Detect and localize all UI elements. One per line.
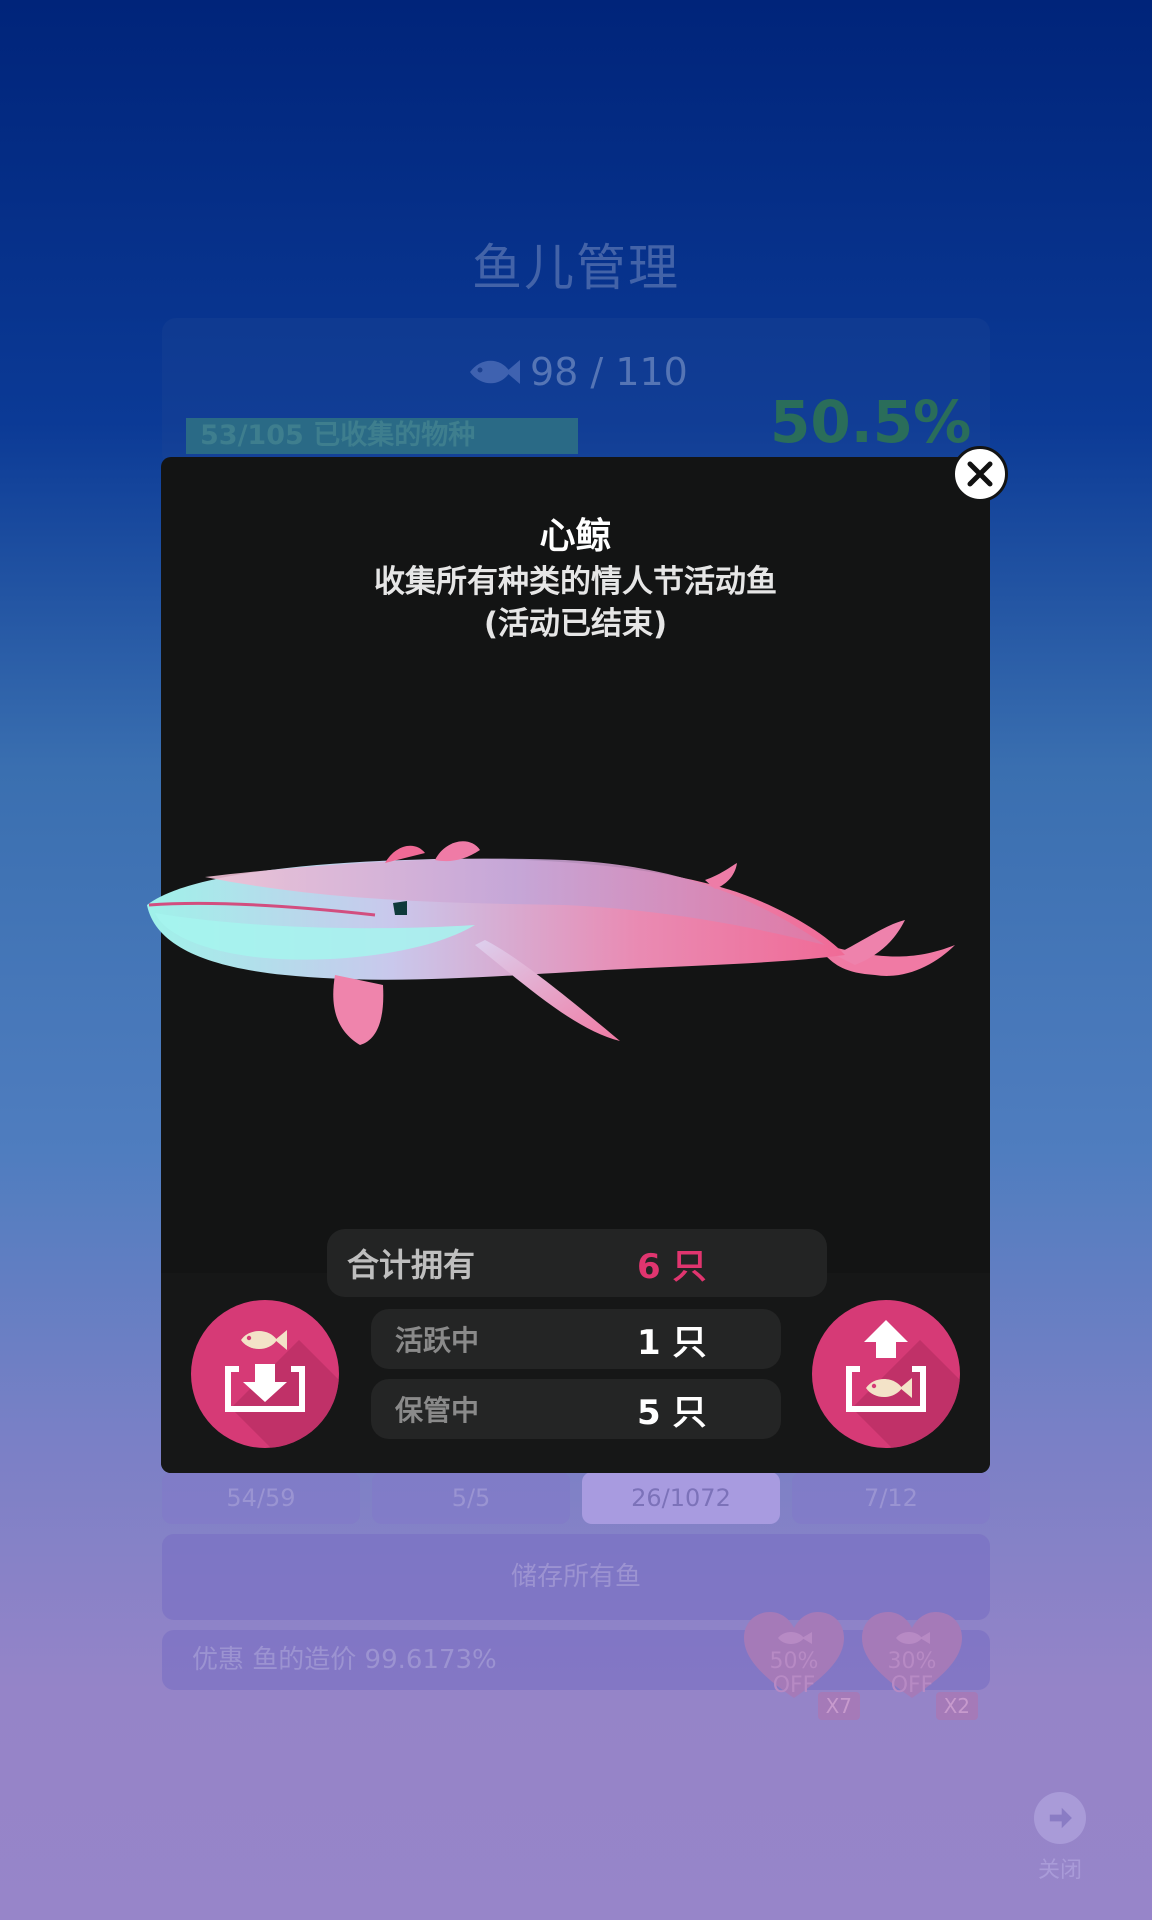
store-all-button[interactable]: 储存所有鱼 <box>162 1534 990 1620</box>
species-progress: 53/105 已收集的物种 <box>186 418 578 454</box>
tab-1[interactable]: 54/59 <box>162 1472 360 1524</box>
fish-description-line2: (活动已结束) <box>483 606 668 642</box>
total-owned-label: 合计拥有 <box>347 1246 476 1284</box>
coupon-percent: 50% <box>769 1649 819 1674</box>
store-fish-icon <box>225 1330 305 1412</box>
release-fish-button[interactable] <box>812 1300 960 1448</box>
coupon-30[interactable]: 30% OFF X2 <box>860 1610 978 1720</box>
total-owned-value: 6 只 <box>637 1246 707 1287</box>
tab-3[interactable]: 26/1072 <box>582 1472 780 1524</box>
collection-percent: 50.5% <box>770 388 972 456</box>
page-title: 鱼儿管理 <box>472 239 680 297</box>
active-value: 1 只 <box>637 1322 707 1363</box>
fish-description-line1: 收集所有种类的情人节活动鱼 <box>374 564 777 600</box>
coupon-50[interactable]: 50% OFF X7 <box>742 1610 860 1720</box>
fish-description: 收集所有种类的情人节活动鱼 (活动已结束) <box>161 561 990 645</box>
close-icon <box>967 461 993 487</box>
total-owned-row: 合计拥有 6 只 <box>327 1229 827 1297</box>
tab-2[interactable]: 5/5 <box>372 1472 570 1524</box>
fish-count-text: 98 / 110 <box>530 350 688 394</box>
coupon-qty: X2 <box>935 1692 978 1720</box>
release-fish-icon <box>846 1320 926 1412</box>
modal-close-button[interactable] <box>952 446 1008 502</box>
fish-count: 98 / 110 <box>466 350 688 394</box>
active-row: 活跃中 1 只 <box>371 1309 781 1369</box>
page-close-label: 关闭 <box>1037 1858 1082 1883</box>
coupon-percent: 30% <box>887 1649 937 1674</box>
stored-row: 保管中 5 只 <box>371 1379 781 1439</box>
tab-4[interactable]: 7/12 <box>792 1472 990 1524</box>
stored-value: 5 只 <box>637 1392 707 1433</box>
stored-label: 保管中 <box>395 1394 480 1427</box>
page-close-button[interactable]: 关闭 <box>1032 1792 1088 1883</box>
heart-whale-illustration <box>147 841 955 1045</box>
active-label: 活跃中 <box>395 1324 480 1357</box>
fish-name: 心鲸 <box>539 516 612 557</box>
store-fish-button[interactable] <box>191 1300 339 1448</box>
fish-icon <box>470 360 520 384</box>
coupon-qty: X7 <box>817 1692 860 1720</box>
arrow-right-icon <box>1034 1792 1086 1844</box>
